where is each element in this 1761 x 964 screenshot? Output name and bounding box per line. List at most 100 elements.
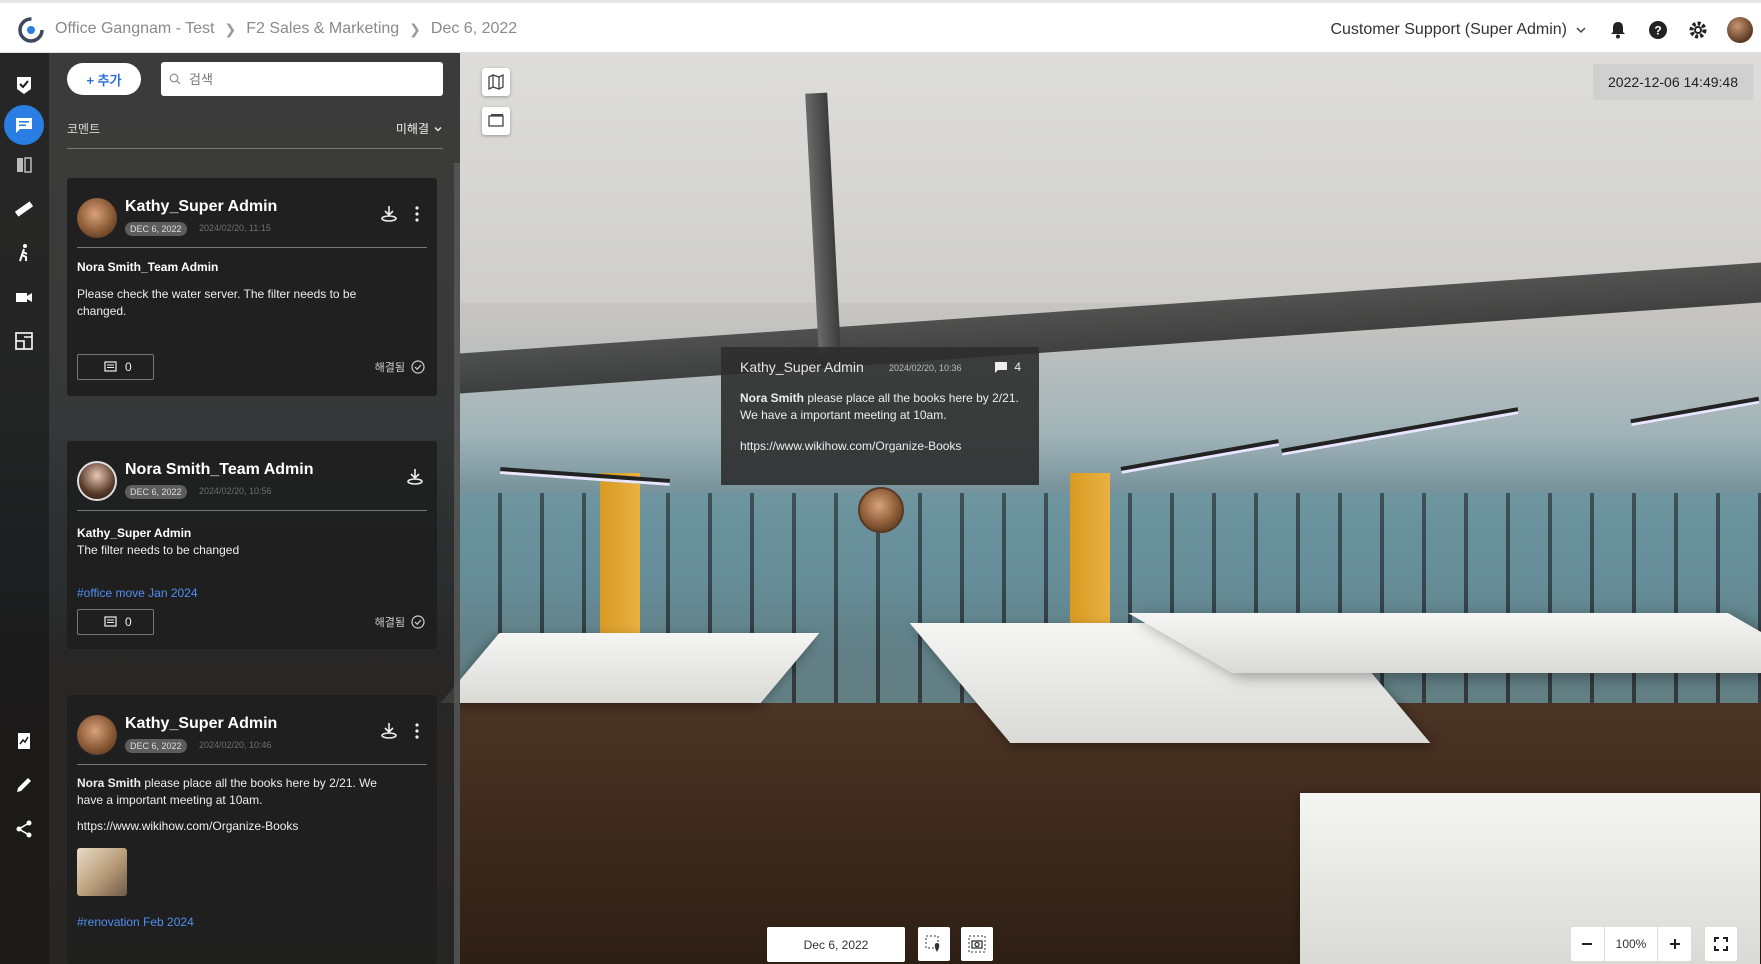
gallery-toggle-button[interactable]	[482, 107, 510, 135]
comment-pin-avatar[interactable]	[858, 487, 904, 533]
help-icon[interactable]: ?	[1647, 19, 1669, 41]
bell-icon[interactable]	[1607, 19, 1629, 41]
comment-body: Nora Smith please place all the books he…	[77, 775, 397, 809]
resolve-label: 해결됨	[374, 362, 405, 374]
desk	[1300, 793, 1760, 964]
comment-card[interactable]: Kathy_Super Admin DEC 6, 2022 2024/02/20…	[67, 695, 437, 964]
more-vertical-icon[interactable]	[409, 721, 425, 741]
breadcrumb-date[interactable]: Dec 6, 2022	[431, 20, 517, 38]
comment-mention[interactable]: Nora Smith_Team Admin	[77, 260, 218, 274]
search-icon	[169, 73, 181, 85]
hashtag-link[interactable]: #renovation Feb 2024	[77, 915, 194, 929]
desk	[1128, 613, 1761, 673]
comment-icon[interactable]	[4, 105, 44, 145]
minus-icon	[1582, 943, 1592, 945]
section-label: 코멘트	[67, 122, 101, 136]
comment-popup[interactable]: Kathy_Super Admin 2024/02/20, 10:36 4 No…	[721, 347, 1039, 485]
location-pin-icon[interactable]	[379, 204, 399, 224]
video-icon[interactable]	[8, 281, 40, 313]
status-filter-value: 미해결	[395, 122, 429, 136]
reply-count-button[interactable]: 0	[77, 609, 154, 635]
reply-count-button[interactable]: 0	[77, 354, 154, 380]
check-circle-icon	[411, 360, 425, 374]
comment-panel: + 추가 코멘트 미해결 Kathy_Super Admin DEC 6, 20…	[49, 53, 460, 964]
comment-link[interactable]: https://www.wikihow.com/Organize-Books	[77, 818, 397, 835]
attachment-thumbnail[interactable]	[77, 848, 127, 896]
gear-icon[interactable]	[1687, 19, 1709, 41]
check-circle-icon	[411, 615, 425, 629]
add-comment-button[interactable]: + 추가	[67, 63, 141, 95]
chevron-down-icon	[434, 126, 442, 131]
plus-icon	[1670, 939, 1680, 949]
date-chip: DEC 6, 2022	[125, 739, 187, 753]
comment-body: Please check the water server. The filte…	[77, 287, 357, 318]
share-icon[interactable]	[8, 813, 40, 845]
comment-mention[interactable]: Kathy_Super Admin	[77, 526, 191, 540]
compare-icon[interactable]	[8, 149, 40, 181]
date-selector[interactable]: Dec 6, 2022	[767, 927, 905, 962]
resolve-toggle[interactable]: 해결됨	[375, 359, 425, 375]
popup-timestamp: 2024/02/20, 10:36	[889, 363, 962, 373]
location-pin-icon[interactable]	[379, 721, 399, 741]
avatar	[77, 198, 117, 238]
popup-count-value: 4	[1014, 360, 1021, 374]
capture-timestamp: 2022-12-06 14:49:48	[1593, 64, 1753, 100]
resolve-label: 해결됨	[374, 617, 405, 629]
date-chip: DEC 6, 2022	[125, 222, 187, 236]
report-icon[interactable]	[8, 725, 40, 757]
ceiling-light	[499, 467, 671, 486]
popup-reply-count[interactable]: 4	[994, 360, 1021, 374]
comment-timestamp: 2024/02/20, 10:46	[199, 740, 272, 750]
pencil-icon[interactable]	[8, 769, 40, 801]
zoom-out-button[interactable]	[1571, 927, 1603, 961]
ceiling-light	[1630, 396, 1760, 427]
comment-author: Kathy_Super Admin	[125, 198, 278, 215]
zoom-in-button[interactable]	[1659, 927, 1691, 961]
zoom-level: 100%	[1604, 927, 1658, 961]
walk-icon[interactable]	[8, 237, 40, 269]
comment-icon	[995, 362, 1008, 373]
screenshot-button[interactable]	[961, 927, 993, 961]
ruler-icon[interactable]	[8, 193, 40, 225]
comment-card[interactable]: Kathy_Super Admin DEC 6, 2022 2024/02/20…	[67, 178, 437, 396]
app-logo-icon[interactable]	[17, 16, 45, 44]
hashtag-link[interactable]: #office move Jan 2024	[77, 586, 198, 600]
panel-scrollbar[interactable]	[454, 163, 460, 964]
tool-rail	[0, 53, 49, 964]
search-input[interactable]	[189, 71, 419, 87]
reply-icon	[104, 616, 117, 627]
resolve-toggle[interactable]: 해결됨	[375, 614, 425, 630]
ceiling-light	[1120, 439, 1280, 474]
breadcrumb: Office Gangnam - Test ❯ F2 Sales & Marke…	[55, 20, 517, 38]
map-pin-select-icon	[925, 935, 940, 952]
map-toggle-button[interactable]	[482, 68, 510, 96]
location-pin-icon[interactable]	[405, 467, 425, 487]
checklist-icon[interactable]	[8, 69, 40, 101]
reply-count: 0	[125, 360, 132, 374]
chevron-down-icon[interactable]	[1575, 24, 1587, 36]
ceiling	[460, 53, 1761, 303]
more-vertical-icon[interactable]	[409, 204, 425, 224]
popup-mention[interactable]: Nora Smith	[740, 391, 804, 405]
org-selector[interactable]: Customer Support (Super Admin)	[1330, 21, 1567, 39]
location-select-button[interactable]	[918, 927, 950, 961]
chevron-right-icon: ❯	[224, 20, 237, 37]
gallery-icon	[488, 114, 504, 127]
breadcrumb-site[interactable]: Office Gangnam - Test	[55, 20, 214, 38]
fullscreen-icon	[1714, 937, 1728, 951]
zoom-control: 100%	[1571, 927, 1691, 961]
comment-mention[interactable]: Nora Smith	[77, 776, 141, 790]
popup-link[interactable]: https://www.wikihow.com/Organize-Books	[740, 439, 961, 453]
floorplan-icon[interactable]	[8, 325, 40, 357]
comment-card[interactable]: Nora Smith_Team Admin DEC 6, 2022 2024/0…	[67, 441, 437, 649]
user-avatar[interactable]	[1727, 17, 1753, 43]
popup-text: Nora Smith please place all the books he…	[740, 390, 1025, 424]
fullscreen-button[interactable]	[1705, 927, 1737, 961]
status-filter-dropdown[interactable]: 미해결	[396, 120, 443, 137]
breadcrumb-floor[interactable]: F2 Sales & Marketing	[246, 20, 399, 38]
top-bar: Office Gangnam - Test ❯ F2 Sales & Marke…	[0, 0, 1761, 53]
desk	[440, 633, 820, 703]
comment-author: Nora Smith_Team Admin	[125, 461, 314, 478]
reply-icon	[104, 361, 117, 372]
ceiling-light	[1281, 407, 1519, 456]
